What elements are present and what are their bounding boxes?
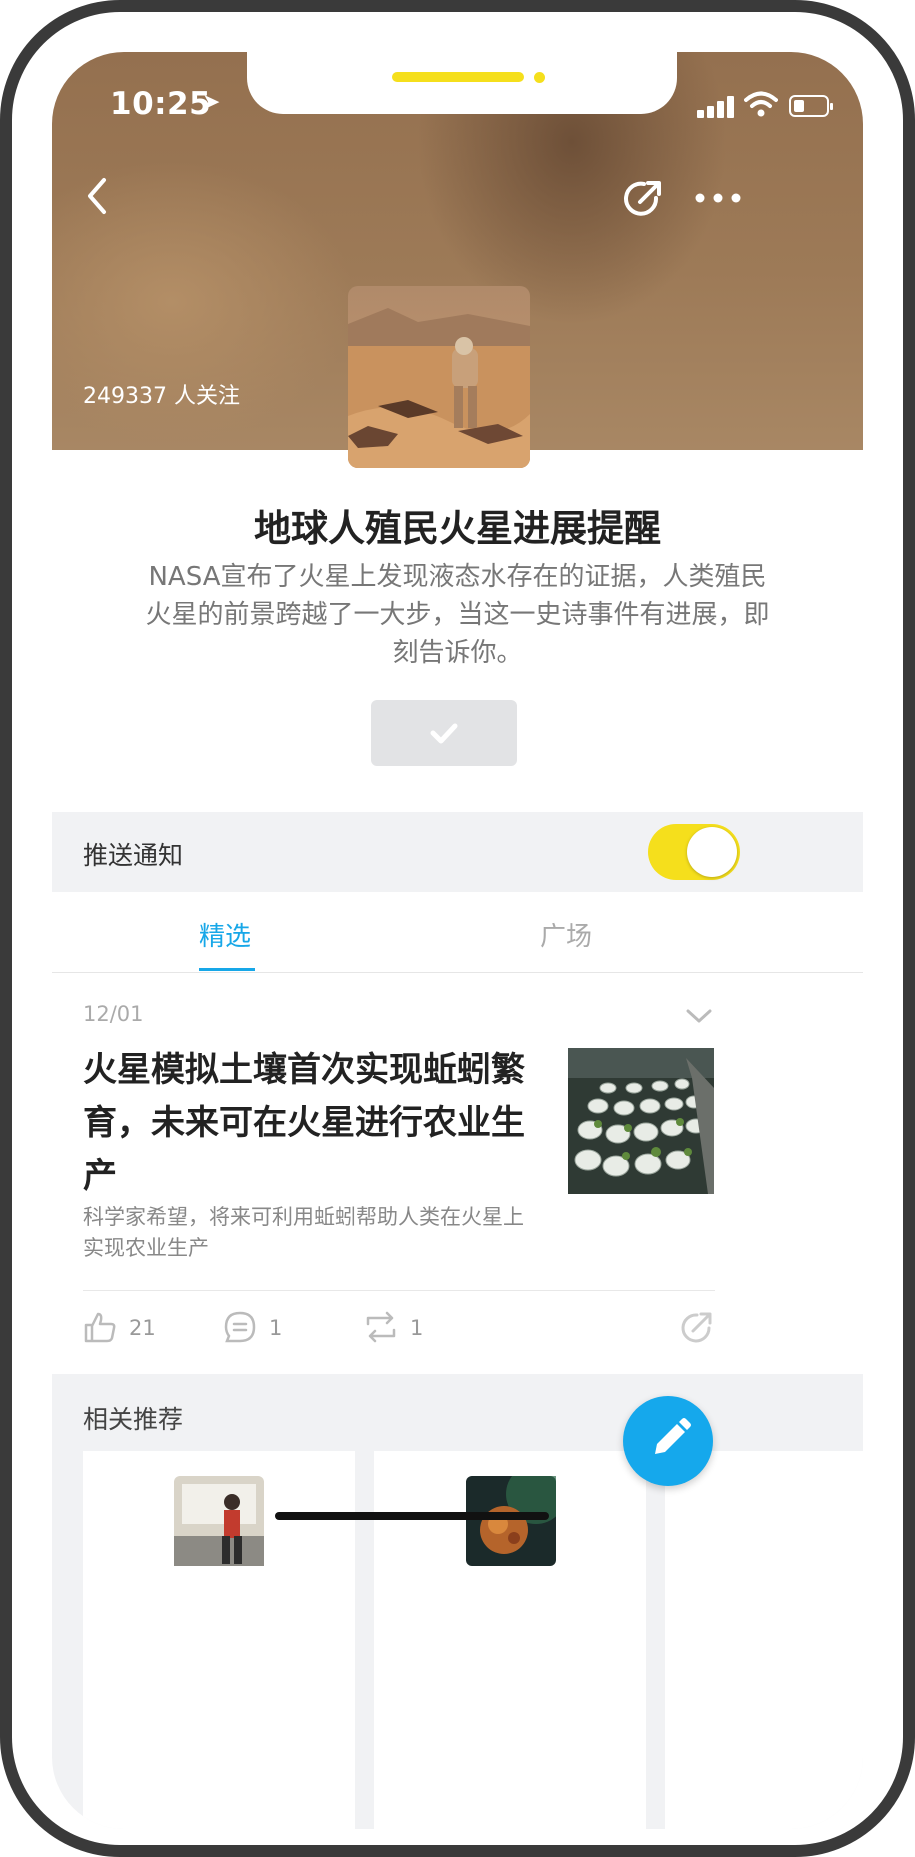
article-summary: 科学家希望，将来可利用蚯蚓帮助人类在火星上实现农业生产 <box>83 1205 524 1260</box>
notch-indicator <box>392 72 524 82</box>
article-title[interactable]: 火星模拟土壤首次实现蚯蚓繁育，未来可在火星进行农业生产 <box>83 1044 543 1203</box>
compose-button[interactable] <box>623 1396 713 1486</box>
content-tabs: 精选 广场 <box>52 892 863 973</box>
like-count: 21 <box>129 1316 156 1340</box>
repost-button[interactable]: 1 <box>362 1310 432 1346</box>
push-notification-row: 推送通知 <box>52 812 863 892</box>
related-thumbnail <box>466 1476 556 1566</box>
share-icon[interactable] <box>622 178 664 220</box>
signal-icon <box>697 96 737 118</box>
comment-icon <box>224 1311 256 1343</box>
tab-square[interactable]: 广场 <box>540 916 592 953</box>
comment-button[interactable]: 1 <box>223 1310 293 1346</box>
related-card[interactable] <box>83 1451 355 1829</box>
followed-button[interactable] <box>371 700 517 766</box>
related-card[interactable] <box>665 1451 863 1829</box>
checkmark-icon <box>430 723 458 744</box>
topic-title: 地球人殖民火星进展提醒 <box>254 507 661 550</box>
article-thumbnail[interactable] <box>568 1048 714 1194</box>
toggle-knob <box>687 827 737 877</box>
app-screen: 10:25 ➤ 249337 人关注 地球人殖民火星进展提醒 NASA宣布了火星… <box>52 52 863 1829</box>
location-arrow-icon: ➤ <box>202 90 221 115</box>
article-share-button[interactable] <box>678 1310 714 1346</box>
chevron-down-icon[interactable] <box>686 1008 712 1024</box>
repost-count: 1 <box>410 1316 424 1340</box>
wifi-icon <box>744 91 778 117</box>
pencil-icon <box>655 1418 691 1454</box>
related-section: 相关推荐 <box>52 1374 863 1829</box>
article-divider <box>83 1290 715 1291</box>
status-time: 10:25 <box>110 86 212 122</box>
push-notification-label: 推送通知 <box>83 841 184 870</box>
notch-dot <box>534 72 545 83</box>
article-date: 12/01 <box>83 1002 144 1026</box>
topic-description: NASA宣布了火星上发现液态水存在的证据，人类殖民火星的前景跨越了一大步，当这一… <box>145 562 770 668</box>
topic-cover-image <box>348 286 530 468</box>
related-thumbnail <box>174 1476 264 1566</box>
share-icon <box>681 1312 712 1343</box>
push-notification-toggle[interactable] <box>648 824 740 880</box>
more-icon[interactable] <box>694 190 742 206</box>
tab-featured[interactable]: 精选 <box>199 916 251 953</box>
thumbs-up-icon <box>84 1312 116 1343</box>
comment-count: 1 <box>269 1316 283 1340</box>
like-button[interactable]: 21 <box>83 1310 163 1346</box>
back-arrow-icon[interactable] <box>82 176 112 216</box>
related-card[interactable] <box>374 1451 646 1829</box>
active-tab-indicator <box>199 968 255 971</box>
phone-notch <box>247 52 677 114</box>
battery-icon <box>789 95 833 117</box>
home-indicator <box>275 1512 549 1520</box>
repost-icon <box>366 1311 396 1343</box>
related-label: 相关推荐 <box>83 1405 184 1434</box>
phone-frame: 10:25 ➤ 249337 人关注 地球人殖民火星进展提醒 NASA宣布了火星… <box>0 0 915 1857</box>
followers-count: 249337 人关注 <box>83 384 240 409</box>
